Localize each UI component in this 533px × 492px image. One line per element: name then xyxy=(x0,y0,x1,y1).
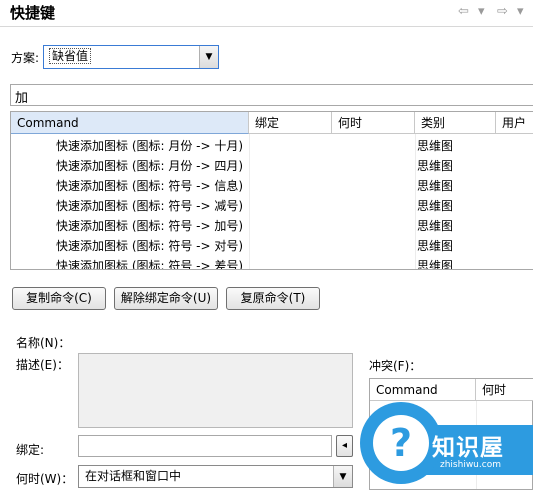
column-header-category[interactable]: 类别 xyxy=(415,112,496,134)
scheme-value: 缺省值 xyxy=(48,48,92,64)
table-row[interactable]: 快速添加图标 (图标: 符号 -> 信息) 思维图 xyxy=(11,176,533,196)
name-label: 名称(N)： xyxy=(16,336,71,350)
filter-input[interactable]: 加 xyxy=(10,84,533,106)
when-label: 何时(W)： xyxy=(16,472,74,486)
watermark-site: zhishiwu.com xyxy=(440,460,501,470)
table-row[interactable]: 快速添加图标 (图标: 符号 -> 加号) 思维图 xyxy=(11,216,533,236)
watermark-brand: 知识屋 xyxy=(432,435,504,461)
column-header-binding[interactable]: 绑定 xyxy=(249,112,332,134)
table-row[interactable]: 快速添加图标 (图标: 月份 -> 十月) 思维图 xyxy=(11,136,533,156)
unbind-command-button[interactable]: 解除绑定命令(U) xyxy=(114,287,218,310)
conflicts-column-when[interactable]: 何时 xyxy=(476,379,533,401)
when-value: 在对话框和窗口中 xyxy=(85,469,182,483)
forward-icon[interactable]: ⇨ xyxy=(497,4,508,19)
chevron-down-icon[interactable]: ▾ xyxy=(517,4,524,19)
binding-menu-button[interactable]: ◂ xyxy=(336,435,353,457)
page-title: 快捷键 xyxy=(10,4,56,22)
table-row[interactable]: 快速添加图标 (图标: 月份 -> 四月) 思维图 xyxy=(11,156,533,176)
column-header-user[interactable]: 用户 xyxy=(496,112,533,134)
chevron-down-icon[interactable]: ▾ xyxy=(478,4,485,19)
binding-input[interactable] xyxy=(78,435,332,457)
column-header-when[interactable]: 何时 xyxy=(332,112,415,134)
description-label: 描述(E)： xyxy=(16,358,69,372)
description-box[interactable] xyxy=(78,353,353,428)
chevron-down-icon[interactable]: ▼ xyxy=(199,46,218,68)
column-header-command[interactable]: Command ˆ xyxy=(11,112,249,134)
conflicts-column-command[interactable]: Command xyxy=(370,379,476,401)
chevron-down-icon[interactable]: ▼ xyxy=(333,466,352,487)
sort-up-icon: ˆ xyxy=(125,111,131,122)
table-row[interactable]: 快速添加图标 (图标: 符号 -> 减号) 思维图 xyxy=(11,196,533,216)
header-divider xyxy=(0,26,533,27)
scheme-select[interactable]: 缺省值 ▼ xyxy=(43,45,219,69)
when-select[interactable]: 在对话框和窗口中 ▼ xyxy=(78,465,353,488)
table-row[interactable]: 快速添加图标 (图标: 符号 -> 差号) 思维图 xyxy=(11,256,533,269)
conflicts-label: 冲突(F)： xyxy=(369,359,422,373)
command-table: Command ˆ 绑定 何时 类别 用户 快速添加图标 (图标: 月份 -> … xyxy=(10,111,533,270)
scheme-label: 方案: xyxy=(11,51,40,65)
binding-label: 绑定: xyxy=(16,443,45,457)
copy-command-button[interactable]: 复制命令(C) xyxy=(12,287,106,310)
question-icon: ? xyxy=(389,421,413,465)
table-row[interactable]: 快速添加图标 (图标: 符号 -> 对号) 思维图 xyxy=(11,236,533,256)
restore-command-button[interactable]: 复原命令(T) xyxy=(226,287,320,310)
back-icon[interactable]: ⇦ xyxy=(458,4,469,19)
